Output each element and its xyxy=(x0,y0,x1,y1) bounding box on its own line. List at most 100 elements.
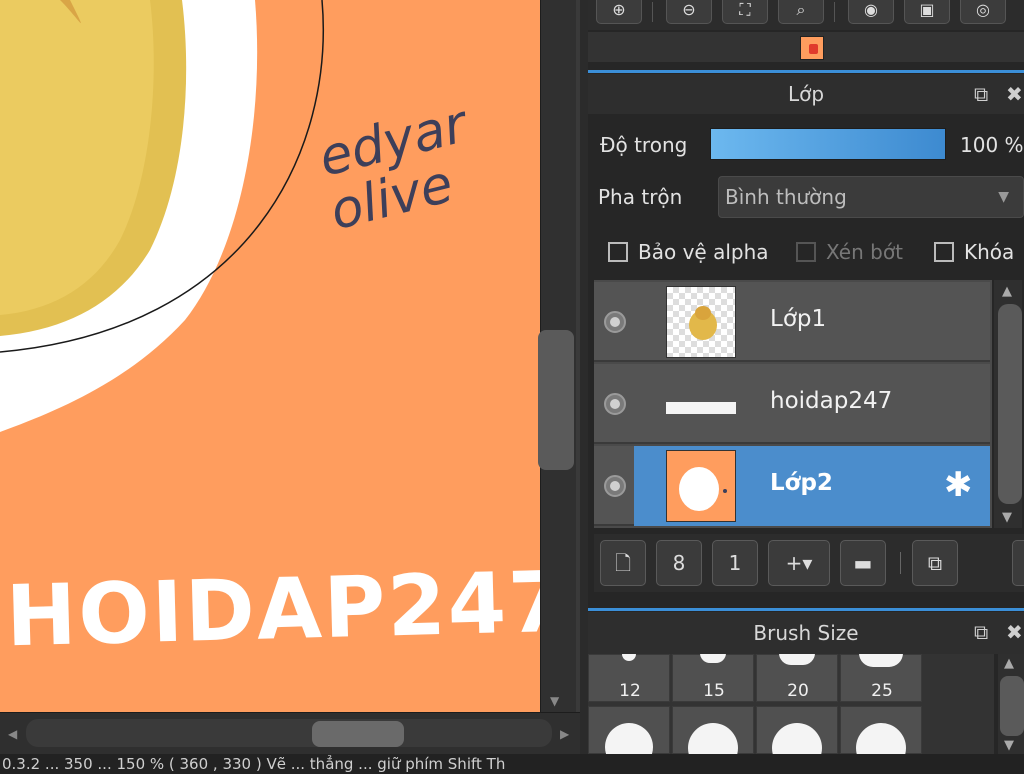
brush-size-cell[interactable] xyxy=(672,706,754,754)
drawing-canvas[interactable]: edyar olive HOIDAP247 xyxy=(0,0,540,712)
more-tools-button[interactable] xyxy=(1012,540,1024,586)
brush-preview-dot xyxy=(622,654,636,661)
close-icon[interactable]: ✖ xyxy=(1006,74,1023,114)
layer-thumbnail xyxy=(666,368,736,440)
right-panel: ⊕ ⊖ ⛶ ⌕ ◉ ▣ ◎ Lớp ⧉ ✖ Độ trong 100 % Pha… xyxy=(588,0,1024,754)
blend-mode-select[interactable]: Bình thường ▼ xyxy=(718,176,1024,218)
duplicate-layer-icon[interactable]: ⧉ xyxy=(912,540,958,586)
layer-panel-accent xyxy=(588,70,1024,73)
scroll-down-icon[interactable]: ▼ xyxy=(1004,738,1014,753)
lock-checkbox[interactable]: Khóa xyxy=(934,240,1014,264)
layer-row-hoidap247[interactable]: hoidap247 xyxy=(594,364,990,444)
brush-panel-accent xyxy=(588,608,1024,611)
canvas-vertical-scroll-thumb[interactable] xyxy=(538,330,574,470)
brush-preview-dot xyxy=(772,723,822,754)
checkbox-box[interactable] xyxy=(608,241,628,262)
visibility-eye-icon[interactable] xyxy=(604,393,626,415)
lock-label: Khóa xyxy=(964,240,1015,264)
horizontal-scroll-track[interactable] xyxy=(26,719,552,747)
new-layer-icon[interactable]: 🗋 xyxy=(600,540,646,586)
current-color-swatch[interactable] xyxy=(800,36,824,60)
scroll-left-icon[interactable]: ◀ xyxy=(8,727,17,741)
brush-size-20[interactable]: 20 xyxy=(756,654,838,702)
brush-panel-header: Brush Size ⧉ ✖ xyxy=(588,612,1024,654)
folder-icon[interactable]: ▬ xyxy=(840,540,886,586)
toolbar-separator xyxy=(652,2,653,22)
brush-size-cell[interactable] xyxy=(840,706,922,754)
blend-mode-label: Pha trộn xyxy=(598,185,683,209)
reset-icon[interactable]: ◎ xyxy=(960,0,1006,24)
scroll-down-icon[interactable]: ▼ xyxy=(1002,510,1012,525)
watermark-text: HOIDAP247 xyxy=(4,552,540,666)
color-history-strip xyxy=(588,32,1024,62)
flip-icon[interactable]: ▣ xyxy=(904,0,950,24)
brush-size-12[interactable]: 12 xyxy=(588,654,670,702)
zoom-out-icon[interactable]: ⊖ xyxy=(666,0,712,24)
toolbar-separator xyxy=(900,552,901,574)
new-8bit-layer-icon[interactable]: 8 xyxy=(656,540,702,586)
chevron-down-icon: ▼ xyxy=(998,189,1009,205)
scroll-right-icon[interactable]: ▶ xyxy=(560,727,569,741)
layer-name: hoidap247 xyxy=(770,388,893,414)
layer-name: Lớp2 xyxy=(770,470,833,496)
brush-preview-dot xyxy=(779,654,815,665)
clipping-checkbox: Xén bớt xyxy=(796,240,903,264)
brush-size-label: 25 xyxy=(871,681,893,701)
protect-alpha-checkbox[interactable]: Bảo vệ alpha xyxy=(608,240,769,264)
fit-screen-icon[interactable]: ⛶ xyxy=(722,0,768,24)
opacity-label: Độ trong xyxy=(600,133,688,157)
search-icon[interactable]: ⌕ xyxy=(778,0,824,24)
brush-grid-scroll-thumb[interactable] xyxy=(1000,676,1024,736)
canvas-horizontal-scrollbar[interactable]: ◀ ▶ xyxy=(0,712,580,754)
paint-app-window: edyar olive HOIDAP247 ▼ ◀ ▶ ⊕ ⊖ ⛶ ⌕ ◉ ▣ … xyxy=(0,0,1024,774)
rotate-icon[interactable]: ◉ xyxy=(848,0,894,24)
layer-panel-title: Lớp xyxy=(787,82,825,106)
opacity-slider[interactable] xyxy=(710,128,946,160)
brush-size-label: 15 xyxy=(703,681,725,701)
checkbox-box xyxy=(796,241,816,262)
brush-size-15[interactable]: 15 xyxy=(672,654,754,702)
opacity-value: 100 % xyxy=(960,133,1024,157)
add-layer-menu-icon[interactable]: +▾ xyxy=(768,540,830,586)
canvas-viewport[interactable]: edyar olive HOIDAP247 ▼ ◀ ▶ xyxy=(0,0,580,754)
scroll-down-icon[interactable]: ▼ xyxy=(550,694,559,708)
layer-thumbnail xyxy=(666,450,736,522)
layer-toolbar: 🗋 8 1 +▾ ▬ ⧉ xyxy=(594,534,1024,592)
new-1bit-layer-icon[interactable]: 1 xyxy=(712,540,758,586)
layer-panel-header: Lớp ⧉ ✖ xyxy=(588,74,1024,114)
brush-size-cell[interactable] xyxy=(756,706,838,754)
brush-preview-dot xyxy=(856,723,906,754)
layer-row-lop2[interactable]: Lớp2 ✱ xyxy=(594,446,990,526)
layer-list-scroll-thumb[interactable] xyxy=(998,304,1022,504)
brush-size-grid[interactable]: 12 15 20 25 xyxy=(588,654,994,754)
text-thumbnail-strip xyxy=(666,402,736,414)
scroll-up-icon[interactable]: ▲ xyxy=(1002,284,1012,299)
popout-icon[interactable]: ⧉ xyxy=(974,74,988,114)
brush-preview-dot xyxy=(700,654,726,663)
status-bar: 0.3.2 ... 350 ... 150 % ( 360 , 330 ) Vẽ… xyxy=(0,754,1024,774)
brush-preview-dot xyxy=(605,723,653,754)
duck-thumbnail-icon xyxy=(689,306,717,340)
toolbar-separator xyxy=(834,2,835,22)
scroll-up-icon[interactable]: ▲ xyxy=(1004,656,1014,671)
brush-size-25[interactable]: 25 xyxy=(840,654,922,702)
blend-mode-value: Bình thường xyxy=(725,185,847,209)
popout-icon[interactable]: ⧉ xyxy=(974,612,988,652)
close-icon[interactable]: ✖ xyxy=(1006,612,1023,652)
layer-name: Lớp1 xyxy=(770,306,827,332)
layer-list[interactable]: Lớp1 hoidap247 Lớp2 ✱ xyxy=(594,280,992,528)
brush-panel-title: Brush Size xyxy=(753,621,859,645)
zoom-in-icon[interactable]: ⊕ xyxy=(596,0,642,24)
protect-alpha-label: Bảo vệ alpha xyxy=(638,240,769,264)
color-marker xyxy=(809,44,818,54)
brush-size-cell[interactable] xyxy=(588,706,670,754)
gear-icon[interactable]: ✱ xyxy=(944,468,973,502)
visibility-eye-icon[interactable] xyxy=(604,475,626,497)
view-toolbar: ⊕ ⊖ ⛶ ⌕ ◉ ▣ ◎ xyxy=(588,0,1024,30)
clipping-label: Xén bớt xyxy=(826,240,903,264)
visibility-eye-icon[interactable] xyxy=(604,311,626,333)
layer-row-lop1[interactable]: Lớp1 xyxy=(594,282,990,362)
horizontal-scroll-thumb[interactable] xyxy=(312,721,404,747)
checkbox-box[interactable] xyxy=(934,241,954,262)
brush-size-label: 12 xyxy=(619,681,641,701)
